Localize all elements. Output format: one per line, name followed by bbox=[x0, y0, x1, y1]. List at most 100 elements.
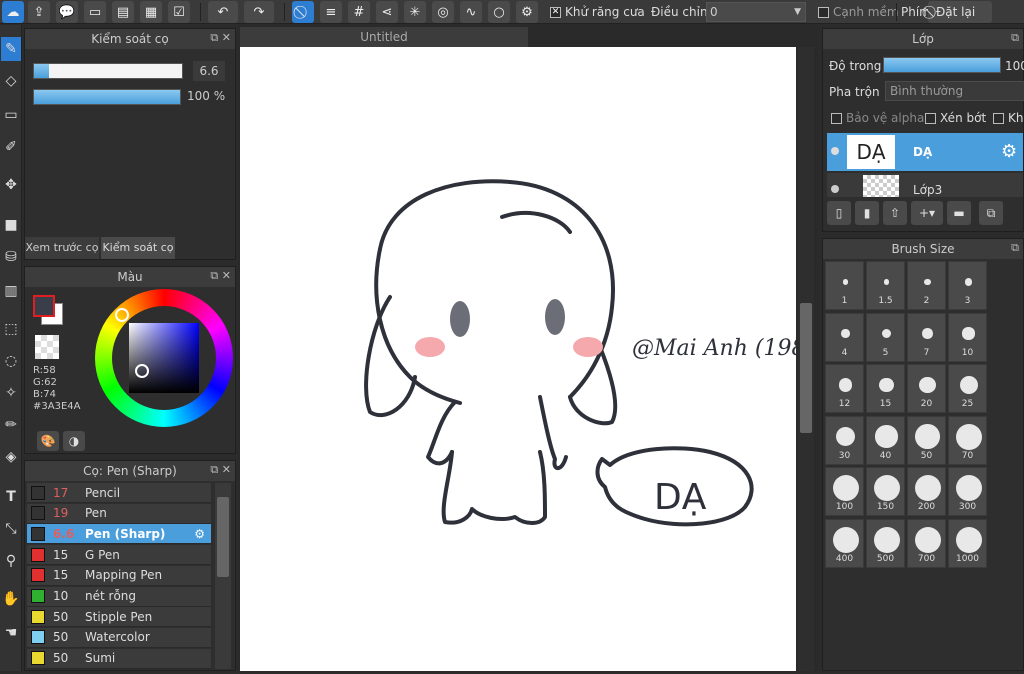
new-layer-bitmap-icon[interactable]: ▮ bbox=[855, 201, 879, 225]
brush-item[interactable]: 15 G Pen bbox=[27, 545, 211, 566]
brush-size-preset[interactable]: 40 bbox=[866, 415, 905, 465]
panel-buttons[interactable]: ⧉ ✕ bbox=[210, 269, 231, 283]
brush-list-scrollbar[interactable] bbox=[215, 483, 231, 669]
layer-opacity-slider[interactable] bbox=[883, 57, 1001, 73]
alpha-protect-toggle[interactable]: Bảo vệ alpha bbox=[831, 111, 924, 125]
no-snap-icon[interactable]: ⃠ bbox=[292, 1, 314, 23]
grid-snap-icon[interactable]: # bbox=[348, 1, 370, 23]
soft-edge-toggle[interactable]: Cạnh mềm bbox=[818, 5, 899, 19]
brush-size-preset[interactable]: 700 bbox=[907, 518, 946, 568]
drawing-canvas[interactable]: @Mai Anh (1985) DẠ bbox=[240, 47, 828, 671]
redo-icon[interactable]: ↷ bbox=[244, 1, 274, 23]
grid-list-icon[interactable]: ▦ bbox=[140, 1, 162, 23]
canvas-scroll-thumb[interactable] bbox=[800, 303, 812, 433]
lock-checkbox[interactable] bbox=[993, 112, 1004, 124]
brush-size-preset[interactable]: 7 bbox=[907, 312, 946, 362]
tab-brush-control[interactable]: Kiểm soát cọ bbox=[101, 237, 175, 259]
brush-size-preset[interactable]: 20 bbox=[907, 364, 946, 413]
duplicate-layer-icon[interactable]: ⧉ bbox=[979, 201, 1003, 225]
brush-size-preset[interactable]: 12 bbox=[825, 364, 864, 413]
clipping-toggle[interactable]: Xén bớt bbox=[925, 111, 986, 125]
frame-tool-icon[interactable]: ⤡ bbox=[1, 517, 21, 541]
layer-row[interactable]: Lớp3 bbox=[827, 173, 1023, 197]
transparent-color-swatch[interactable] bbox=[35, 335, 59, 359]
color-marker[interactable] bbox=[135, 364, 149, 378]
palette-icon[interactable]: 🎨 bbox=[37, 431, 59, 451]
radial-snap-icon[interactable]: ✳ bbox=[404, 1, 426, 23]
layer-row[interactable]: DẠ DẠ ⚙ bbox=[827, 133, 1023, 171]
scroll-thumb[interactable] bbox=[217, 497, 229, 577]
folder-icon[interactable]: ▬ bbox=[947, 201, 971, 225]
tab-brush-preview[interactable]: Xem trước cọ bbox=[25, 237, 99, 259]
brush-size-preset[interactable]: 400 bbox=[825, 518, 864, 568]
brush-size-preset[interactable]: 2 bbox=[907, 261, 946, 310]
gear-icon[interactable]: ⚙ bbox=[194, 527, 205, 541]
perspective-snap-icon[interactable]: ⋖ bbox=[376, 1, 398, 23]
brush-size-preset[interactable]: 4 bbox=[825, 312, 864, 362]
brush-size-preset[interactable]: 1.5 bbox=[866, 261, 905, 310]
select-rect-tool-icon[interactable]: ⬚ bbox=[1, 317, 21, 341]
bucket-tool-icon[interactable]: ⛁ bbox=[1, 245, 21, 269]
eyedropper-tool-icon[interactable]: ⚲ bbox=[1, 549, 21, 573]
lock-toggle[interactable]: Khó bbox=[993, 111, 1024, 125]
brush-item[interactable]: 15 Mapping Pen bbox=[27, 565, 211, 586]
soft-edge-checkbox[interactable] bbox=[818, 6, 829, 18]
speech-bubble-icon[interactable]: 💬 bbox=[56, 1, 78, 23]
brush-item[interactable]: 50 Stipple Pen bbox=[27, 607, 211, 628]
settings-icon[interactable]: ⚙ bbox=[516, 1, 538, 23]
blend-dropdown[interactable]: Bình thường bbox=[885, 81, 1024, 101]
brush-size-preset[interactable]: 1000 bbox=[948, 518, 987, 568]
panel-buttons[interactable]: ⧉ ✕ bbox=[210, 31, 231, 45]
reset-button[interactable]: ⃠ Đặt lại bbox=[928, 1, 992, 23]
brush-opacity-slider[interactable] bbox=[33, 89, 181, 105]
visibility-icon[interactable] bbox=[831, 147, 839, 155]
brush-size-slider[interactable] bbox=[33, 63, 183, 79]
adjust-dropdown[interactable]: 0 ▼ bbox=[706, 2, 806, 22]
checklist-icon[interactable]: ☑ bbox=[168, 1, 190, 23]
canvas-scrollbar[interactable] bbox=[798, 47, 814, 671]
brush-size-preset[interactable]: 1 bbox=[825, 261, 864, 310]
visibility-icon[interactable] bbox=[831, 185, 839, 193]
concentric-snap-icon[interactable]: ◎ bbox=[432, 1, 454, 23]
panel-buttons[interactable]: ⧉ bbox=[1011, 31, 1019, 45]
gradient-tool-icon[interactable]: ▥ bbox=[1, 279, 21, 303]
cloud-icon[interactable]: ☁ bbox=[2, 1, 24, 23]
add-layer-menu-icon[interactable]: +▾ bbox=[911, 201, 943, 225]
rectangle-tool-icon[interactable]: ▭ bbox=[1, 103, 21, 127]
blur-tool-icon[interactable]: ✐ bbox=[1, 135, 21, 159]
foreground-color-swatch[interactable] bbox=[33, 295, 55, 317]
eraser-tool-icon[interactable]: ◇ bbox=[1, 69, 21, 93]
circle-snap-icon[interactable]: ○ bbox=[488, 1, 510, 23]
brush-size-preset[interactable]: 70 bbox=[948, 415, 987, 465]
lasso-tool-icon[interactable]: ◌ bbox=[1, 349, 21, 373]
parallel-snap-icon[interactable]: ≡ bbox=[320, 1, 342, 23]
brush-size-preset[interactable]: 15 bbox=[866, 364, 905, 413]
clipping-checkbox[interactable] bbox=[925, 112, 936, 124]
brush-size-preset[interactable]: 3 bbox=[948, 261, 987, 310]
brush-size-value[interactable]: 6.6 bbox=[193, 61, 225, 81]
comment-icon[interactable]: ▭ bbox=[84, 1, 106, 23]
brush-item[interactable]: 6.6 Pen (Sharp) ⚙ bbox=[27, 524, 211, 545]
brush-item[interactable]: 19 Pen bbox=[27, 503, 211, 524]
select-pen-tool-icon[interactable]: ✏ bbox=[1, 413, 21, 437]
brush-size-preset[interactable]: 200 bbox=[907, 467, 946, 516]
panel-buttons[interactable]: ⧉ ✕ bbox=[210, 463, 231, 477]
document-tab[interactable]: Untitled bbox=[240, 27, 528, 47]
move-tool-icon[interactable]: ✥ bbox=[1, 173, 21, 197]
palette-settings-icon[interactable]: ◑ bbox=[63, 431, 85, 451]
upload-icon[interactable]: ⇪ bbox=[28, 1, 50, 23]
select-eraser-tool-icon[interactable]: ◈ bbox=[1, 445, 21, 469]
brush-size-preset[interactable]: 500 bbox=[866, 518, 905, 568]
brush-item[interactable]: 50 Sumi bbox=[27, 648, 211, 669]
brush-size-preset[interactable]: 100 bbox=[825, 467, 864, 516]
brush-item[interactable]: 50 Watercolor bbox=[27, 627, 211, 648]
antialias-checkbox[interactable]: ✕ bbox=[550, 6, 561, 18]
brush-size-preset[interactable]: 25 bbox=[948, 364, 987, 413]
document-icon[interactable]: ▤ bbox=[112, 1, 134, 23]
brush-tool-icon[interactable]: ✎ bbox=[1, 37, 21, 61]
hue-marker[interactable] bbox=[115, 308, 129, 322]
panel-buttons[interactable]: ⧉ bbox=[1011, 241, 1019, 255]
gear-icon[interactable]: ⚙ bbox=[1001, 141, 1017, 162]
antialias-toggle[interactable]: ✕ Khử răng cưa bbox=[550, 5, 645, 19]
zoom-hand-icon[interactable]: ☚ bbox=[1, 621, 21, 645]
